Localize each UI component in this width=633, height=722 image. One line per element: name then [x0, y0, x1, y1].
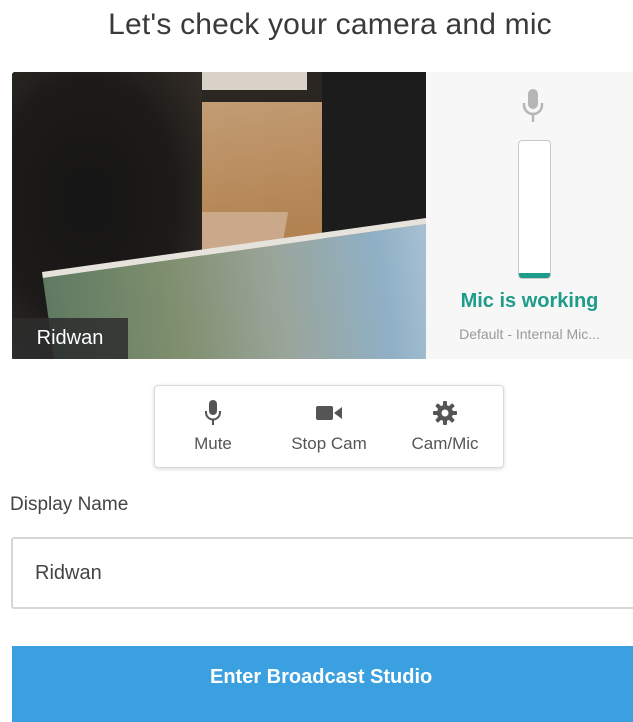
- display-name-label: Display Name: [10, 494, 129, 515]
- mute-button-label: Mute: [194, 434, 232, 453]
- media-controls: Mute Stop Cam Cam/Mic: [154, 385, 504, 468]
- stop-cam-button[interactable]: Stop Cam: [271, 386, 387, 467]
- gear-icon: [432, 398, 458, 428]
- mic-status-text: Mic is working: [460, 290, 599, 312]
- mic-level-fill: [519, 272, 550, 278]
- enter-broadcast-studio-button[interactable]: Enter Broadcast Studio: [12, 646, 633, 722]
- mute-button[interactable]: Mute: [155, 386, 271, 467]
- microphone-icon: [204, 398, 222, 428]
- video-camera-icon: [315, 398, 343, 428]
- stop-cam-button-label: Stop Cam: [291, 434, 367, 453]
- page-title: Let's check your camera and mic: [108, 8, 552, 41]
- cam-mic-button-label: Cam/Mic: [411, 434, 479, 453]
- display-name-input[interactable]: [11, 537, 633, 609]
- mic-device-name: Default - Internal Mic...: [459, 326, 600, 342]
- cam-mic-settings-button[interactable]: Cam/Mic: [387, 386, 503, 467]
- camera-preview: [12, 72, 426, 359]
- mic-check-panel: Mic is working Default - Internal Mic...: [426, 72, 633, 359]
- mic-level-meter: [518, 140, 551, 279]
- microphone-icon: [522, 88, 544, 129]
- camera-name-tag: Ridwan: [12, 318, 128, 359]
